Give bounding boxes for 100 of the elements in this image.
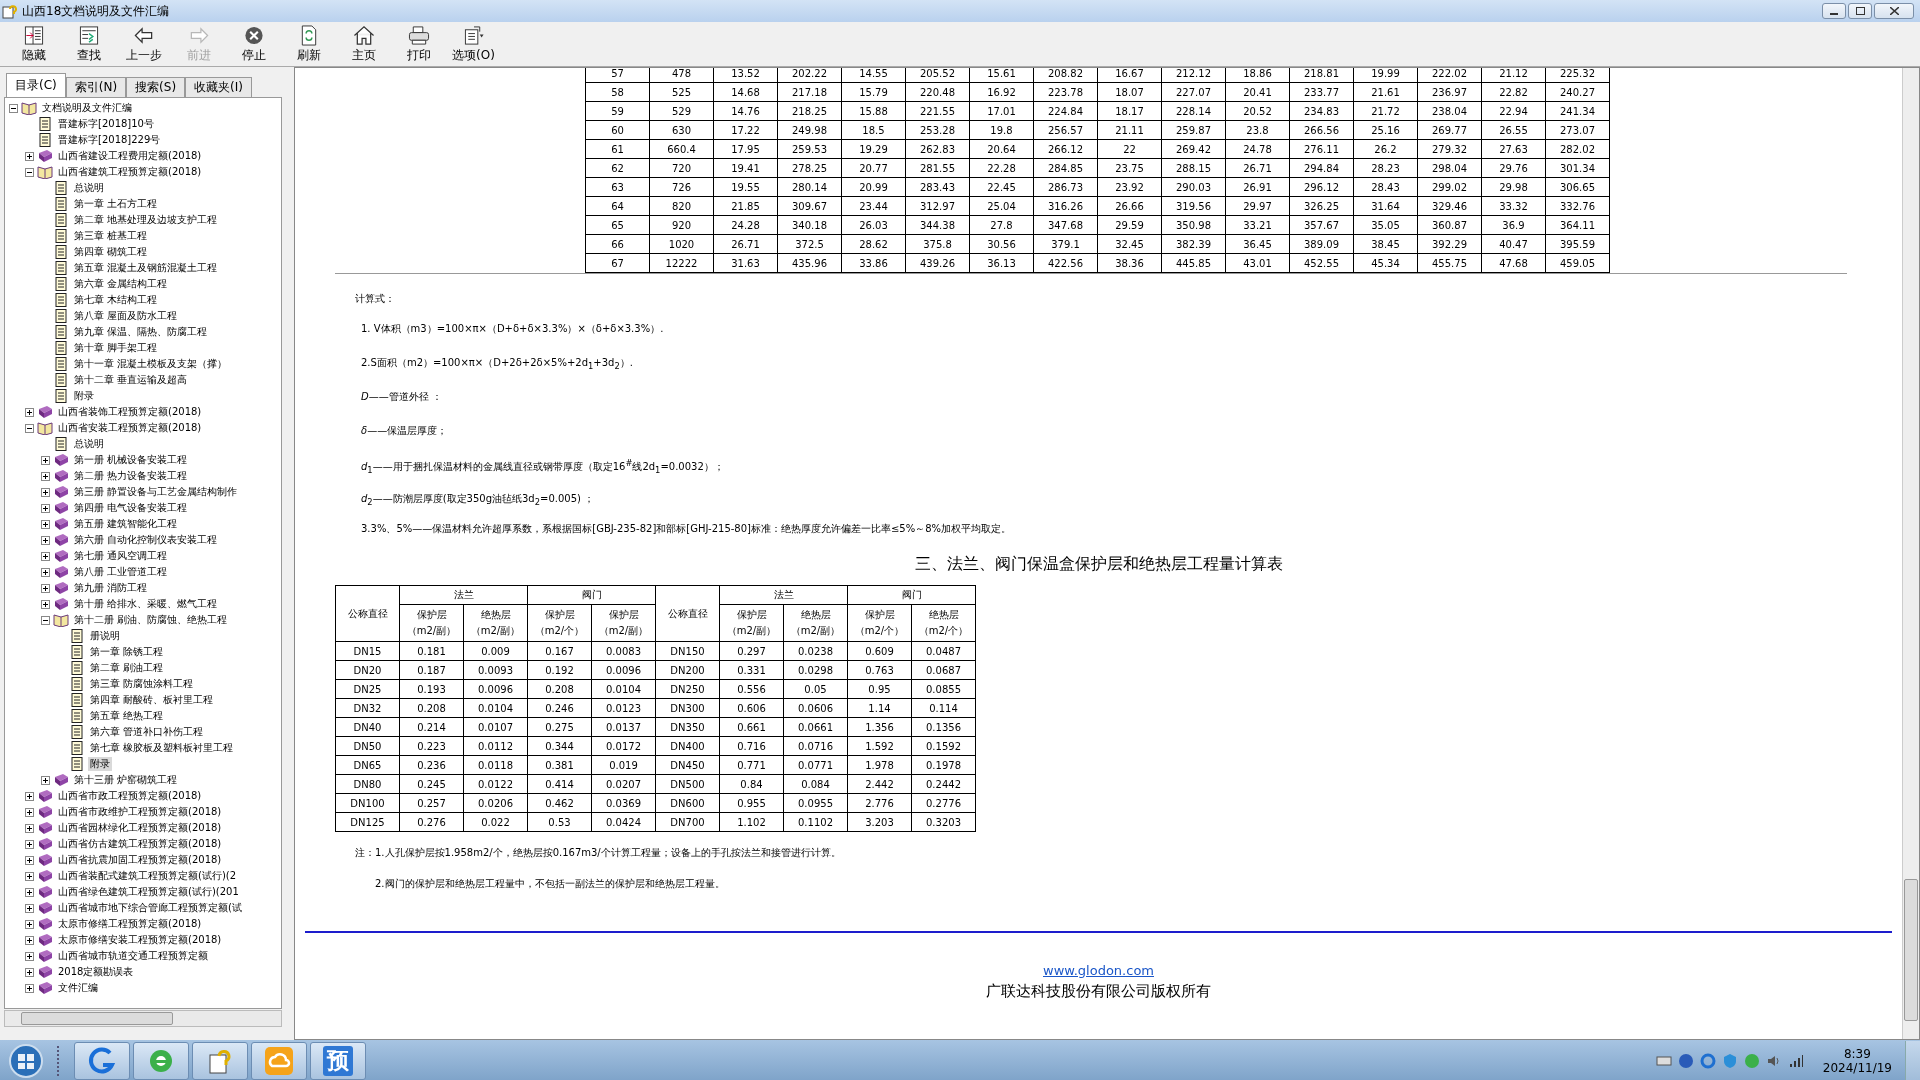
tree-item[interactable]: 2018定额勘误表 [56,965,136,979]
toolbar-button[interactable]: 选项(O) [446,22,501,66]
collapse-toggle-icon[interactable] [9,103,18,113]
tree-item[interactable]: 第三章 防腐蚀涂料工程 [88,677,196,691]
tree-item[interactable]: 山西省抗震加固工程预算定额(2018) [56,853,224,867]
collapse-toggle-icon[interactable] [25,423,34,433]
tree-item[interactable]: 第十册 给排水、采暖、燃气工程 [72,597,220,611]
tree-item[interactable]: 山西省仿古建筑工程预算定额(2018) [56,837,224,851]
tree-item[interactable]: 山西省城市轨道交通工程预算定额 [56,949,210,963]
expand-toggle-icon[interactable] [41,455,50,465]
website-link[interactable]: www.glodon.com [1043,963,1154,978]
tree-item[interactable]: 第六章 管道补口补伤工程 [88,725,206,739]
tree-item[interactable]: 第二章 刷油工程 [88,661,166,675]
horizontal-scrollbar[interactable] [4,1010,282,1027]
tab[interactable]: 收藏夹(I) [185,77,252,97]
expand-toggle-icon[interactable] [41,519,50,529]
tree-item[interactable]: 山西省建设工程费用定额(2018) [56,149,204,163]
expand-toggle-icon[interactable] [41,535,50,545]
tree-item[interactable]: 第十三册 炉窑砌筑工程 [72,773,180,787]
collapse-toggle-icon[interactable] [25,167,34,177]
tree-item[interactable]: 第八章 屋面及防水工程 [72,309,180,323]
tab[interactable]: 搜索(S) [126,77,186,97]
tree-item[interactable]: 晋建标字[2018]10号 [56,117,156,131]
taskbar-app-button[interactable]: 预 [310,1041,366,1080]
tree-item[interactable]: 文档说明及文件汇编 [40,101,134,115]
tab[interactable]: 目录(C) [6,73,66,97]
expand-toggle-icon[interactable] [41,775,50,785]
toolbar-button[interactable]: 主页 [336,22,391,66]
expand-toggle-icon[interactable] [25,839,34,849]
tree-item[interactable]: 山西省绿色建筑工程预算定额(试行)(201 [56,885,241,899]
expand-toggle-icon[interactable] [41,503,50,513]
toolbar-button[interactable]: 上一步 [116,22,171,66]
tree-item[interactable]: 附录 [72,389,96,403]
tree-item[interactable]: 第九章 保温、隔热、防腐工程 [72,325,210,339]
vertical-scrollbar[interactable] [1902,68,1919,1039]
expand-toggle-icon[interactable] [25,919,34,929]
expand-toggle-icon[interactable] [25,407,34,417]
expand-toggle-icon[interactable] [41,567,50,577]
tree-item[interactable]: 第十章 脚手架工程 [72,341,160,355]
tree-item[interactable]: 文件汇编 [56,981,100,995]
expand-toggle-icon[interactable] [25,951,34,961]
signal-icon[interactable] [1787,1052,1804,1069]
expand-toggle-icon[interactable] [41,487,50,497]
tree-item[interactable]: 第七章 木结构工程 [72,293,160,307]
tree-item[interactable]: 第五章 绝热工程 [88,709,166,723]
tree-item[interactable]: 第九册 消防工程 [72,581,150,595]
tree-item[interactable]: 第八册 工业管道工程 [72,565,170,579]
tree-item[interactable]: 第十二章 垂直运输及超高 [72,373,190,387]
tree-item[interactable]: 册说明 [88,629,122,643]
tree-item[interactable]: 山西省安装工程预算定额(2018) [56,421,204,435]
taskbar-app-button[interactable] [192,1041,248,1080]
tree-item[interactable]: 总说明 [72,181,106,195]
tree-item[interactable]: 第十一章 混凝土模板及支架（撑） [72,357,230,371]
maximize-button[interactable] [1848,3,1872,19]
expand-toggle-icon[interactable] [25,887,34,897]
taskbar-app-button[interactable] [251,1041,307,1080]
expand-toggle-icon[interactable] [25,151,34,161]
tree-item[interactable]: 第一章 除锈工程 [88,645,166,659]
expand-toggle-icon[interactable] [41,599,50,609]
expand-toggle-icon[interactable] [25,903,34,913]
tree-item[interactable]: 太原市修缮工程预算定额(2018) [56,917,204,931]
tree-item[interactable]: 晋建标字[2018]229号 [56,133,163,147]
taskbar-app-button[interactable] [133,1041,189,1080]
tree-item[interactable]: 第二章 地基处理及边坡支护工程 [72,213,220,227]
tree-item[interactable]: 第一章 土石方工程 [72,197,160,211]
tree-item[interactable]: 山西省市政维护工程预算定额(2018) [56,805,224,819]
expand-toggle-icon[interactable] [25,967,34,977]
tree-item[interactable]: 第五章 混凝土及钢筋混凝土工程 [72,261,220,275]
expand-toggle-icon[interactable] [25,855,34,865]
tree-item[interactable]: 总说明 [72,437,106,451]
expand-toggle-icon[interactable] [25,935,34,945]
tree-item[interactable]: 第一册 机械设备安装工程 [72,453,190,467]
tree-item[interactable]: 第三册 静置设备与工艺金属结构制作 [72,485,240,499]
toolbar-button[interactable]: 查找 [61,22,116,66]
expand-toggle-icon[interactable] [25,791,34,801]
tree-item[interactable]: 第三章 桩基工程 [72,229,150,243]
tree-item[interactable]: 第四章 砌筑工程 [72,245,150,259]
tree-item[interactable]: 太原市修缮安装工程预算定额(2018) [56,933,224,947]
tree-item[interactable]: 第四册 电气设备安装工程 [72,501,190,515]
tree-item[interactable]: 第六章 金属结构工程 [72,277,170,291]
taskbar-app-button[interactable] [74,1041,130,1080]
tree-item[interactable]: 第七册 通风空调工程 [72,549,170,563]
expand-toggle-icon[interactable] [25,807,34,817]
tree-item[interactable]: 第六册 自动化控制仪表安装工程 [72,533,220,547]
tree-item[interactable]: 山西省市政工程预算定额(2018) [56,789,204,803]
toolbar-button[interactable]: 停止 [226,22,281,66]
expand-toggle-icon[interactable] [25,871,34,881]
expand-toggle-icon[interactable] [41,471,50,481]
expand-toggle-icon[interactable] [25,823,34,833]
toolbar-button[interactable]: 刷新 [281,22,336,66]
toolbar-button[interactable]: 打印 [391,22,446,66]
toolbar-button[interactable]: 隐藏 [6,22,61,66]
expand-toggle-icon[interactable] [41,583,50,593]
expand-toggle-icon[interactable] [25,983,34,993]
tree-item[interactable]: 第四章 耐酸砖、板衬里工程 [88,693,216,707]
tree-item[interactable]: 第十二册 刷油、防腐蚀、绝热工程 [72,613,230,627]
collapse-toggle-icon[interactable] [41,615,50,625]
tree-item[interactable]: 山西省装配式建筑工程预算定额(试行)(2 [56,869,239,883]
tree-item[interactable]: 第七章 橡胶板及塑料板衬里工程 [88,741,236,755]
tree-item[interactable]: 第二册 热力设备安装工程 [72,469,190,483]
